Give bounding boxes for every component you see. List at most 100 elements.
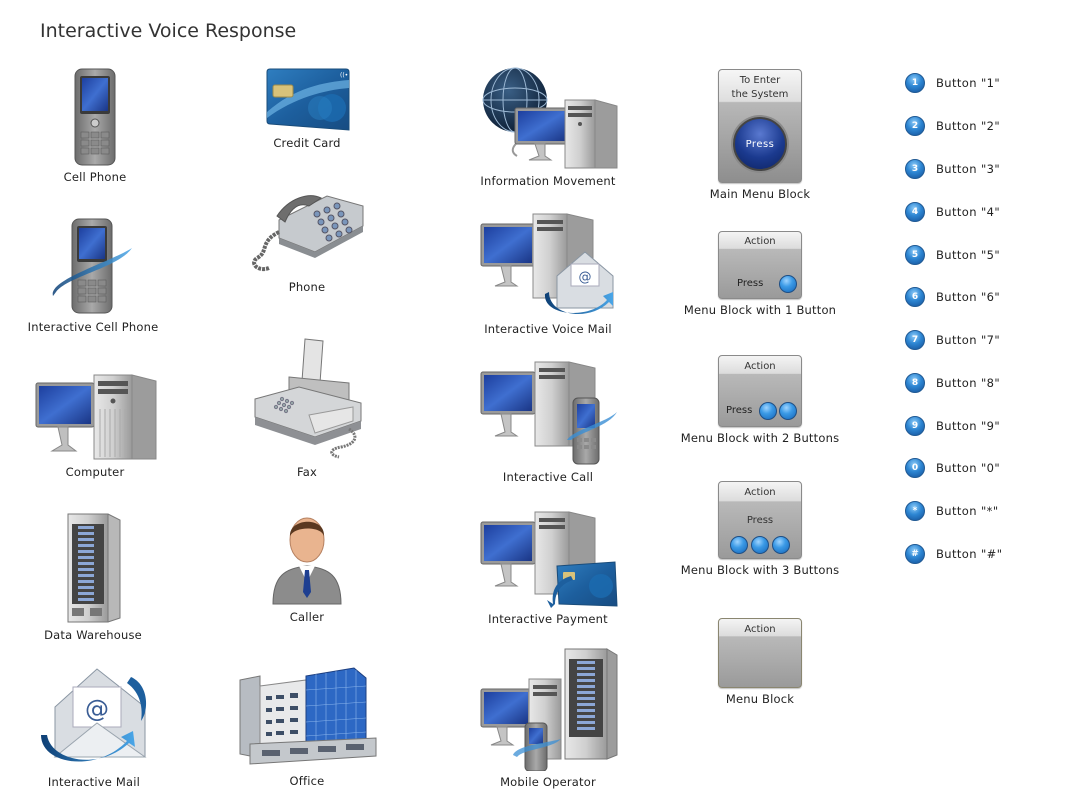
interactive-voice-mail-icon: @ (480, 213, 614, 315)
number-button-icon: 6 (905, 287, 925, 307)
svg-text:@: @ (85, 695, 109, 723)
button-label: Button "5" (936, 248, 1001, 262)
caller-icon (272, 517, 342, 605)
button-label: Button "8" (936, 376, 1001, 390)
button-label: Button "6" (936, 290, 1001, 304)
press-button[interactable]: Press (733, 117, 787, 171)
button-label: Button "4" (936, 205, 1001, 219)
shape-button-item[interactable]: 6 Button "6" (905, 287, 1000, 307)
menu-button-2[interactable] (751, 536, 769, 554)
shape-menu-block-3-buttons[interactable]: Action Press Menu Block with 3 Buttons (680, 481, 840, 577)
shape-label: Office (289, 774, 325, 788)
menu-button-1[interactable] (730, 536, 748, 554)
block-title: Action (744, 361, 776, 372)
block-title: Action (744, 487, 776, 498)
shape-label: Menu Block with 3 Buttons (680, 563, 840, 577)
number-button-icon: 5 (905, 245, 925, 265)
menu-button-2[interactable] (779, 402, 797, 420)
shape-data-warehouse[interactable]: Data Warehouse (44, 510, 142, 642)
shape-label: Fax (296, 465, 317, 479)
information-movement-icon (482, 67, 618, 169)
block-title-line2: the System (731, 89, 789, 100)
button-label: Button "#" (936, 547, 1003, 561)
shape-menu-block-1-button[interactable]: Action Press Menu Block with 1 Button (680, 231, 840, 317)
interactive-payment-icon (480, 511, 618, 608)
data-warehouse-icon (67, 513, 121, 623)
shape-information-movement[interactable]: Information Movement (475, 66, 621, 188)
button-label: Button "9" (936, 419, 1001, 433)
shape-button-item[interactable]: 7 Button "7" (905, 330, 1000, 350)
shape-cell-phone[interactable]: Cell Phone (55, 68, 135, 184)
shape-mobile-operator[interactable]: Mobile Operator (476, 645, 620, 789)
shape-label: Cell Phone (63, 170, 127, 184)
main-menu-block: To Enter the System Press (718, 69, 802, 183)
number-button-icon: 1 (905, 73, 925, 93)
shape-button-item[interactable]: 1 Button "1" (905, 73, 1000, 93)
shape-button-item[interactable]: 4 Button "4" (905, 202, 1000, 222)
office-icon (239, 667, 377, 765)
press-label: Press (737, 278, 764, 289)
block-title-line1: To Enter (739, 75, 781, 86)
shape-interactive-mail[interactable]: @ Interactive Mail (36, 665, 152, 789)
svg-text:@: @ (579, 270, 592, 285)
interactive-cell-phone-icon (52, 218, 132, 314)
credit-card-icon: ((• (266, 68, 350, 131)
fax-icon (254, 338, 362, 459)
page-title: Interactive Voice Response (40, 20, 297, 42)
shape-label: Information Movement (480, 174, 616, 188)
shape-button-item[interactable]: * Button "*" (905, 501, 999, 521)
shape-caller[interactable]: Caller (262, 512, 352, 624)
number-button-icon: # (905, 544, 925, 564)
number-button-icon: 3 (905, 159, 925, 179)
shape-label: Menu Block with 2 Buttons (680, 431, 840, 445)
shape-phone[interactable]: Phone (247, 192, 367, 294)
shape-credit-card[interactable]: ((• Credit Card (262, 68, 352, 150)
phone-icon (252, 195, 364, 271)
interactive-mail-icon: @ (41, 668, 147, 762)
shape-button-item[interactable]: # Button "#" (905, 544, 1002, 564)
shape-menu-block[interactable]: Action Menu Block (700, 618, 820, 706)
button-label: Button "1" (936, 76, 1001, 90)
menu-button-3[interactable] (772, 536, 790, 554)
shape-button-item[interactable]: 5 Button "5" (905, 245, 1000, 265)
menu-button-1[interactable] (759, 402, 777, 420)
shape-label: Menu Block with 1 Button (683, 303, 837, 317)
shape-label: Interactive Cell Phone (27, 320, 159, 334)
shape-label: Data Warehouse (44, 628, 142, 642)
shape-interactive-payment[interactable]: Interactive Payment (476, 510, 620, 626)
shape-button-item[interactable]: 0 Button "0" (905, 458, 1000, 478)
shape-button-item[interactable]: 2 Button "2" (905, 116, 1000, 136)
shape-computer[interactable]: Computer (30, 373, 160, 479)
shape-fax[interactable]: Fax (247, 337, 367, 479)
shape-label: Caller (289, 610, 325, 624)
shape-menu-block-2-buttons[interactable]: Action Press Menu Block with 2 Buttons (680, 355, 840, 445)
shape-label: Interactive Payment (488, 612, 608, 626)
number-button-icon: * (905, 501, 925, 521)
menu-block-plain: Action (718, 618, 802, 688)
button-label: Button "7" (936, 333, 1001, 347)
shape-office[interactable]: Office (235, 666, 379, 788)
button-label: Button "3" (936, 162, 1001, 176)
shape-button-item[interactable]: 8 Button "8" (905, 373, 1000, 393)
number-button-icon: 4 (905, 202, 925, 222)
shape-label: Interactive Voice Mail (484, 322, 612, 336)
shape-button-item[interactable]: 9 Button "9" (905, 416, 1000, 436)
number-button-icon: 9 (905, 416, 925, 436)
mobile-operator-icon (480, 648, 618, 771)
block-title: Action (744, 624, 776, 635)
shape-interactive-cell-phone[interactable]: Interactive Cell Phone (28, 218, 158, 334)
shape-interactive-voice-mail[interactable]: @ Interactive Voice Mail (476, 212, 620, 336)
shape-interactive-call[interactable]: Interactive Call (476, 360, 620, 484)
cell-phone-icon (74, 68, 116, 166)
button-label: Button "2" (936, 119, 1001, 133)
shape-main-menu-block[interactable]: To Enter the System Press Main Menu Bloc… (700, 69, 820, 201)
press-label: Press (726, 405, 753, 416)
interactive-call-icon (480, 361, 617, 465)
shape-label: Computer (65, 465, 125, 479)
menu-button-1[interactable] (779, 275, 797, 293)
block-title: Action (744, 236, 776, 247)
shape-label: Interactive Call (502, 470, 594, 484)
press-label: Press (746, 515, 774, 526)
shape-button-item[interactable]: 3 Button "3" (905, 159, 1000, 179)
number-button-icon: 0 (905, 458, 925, 478)
